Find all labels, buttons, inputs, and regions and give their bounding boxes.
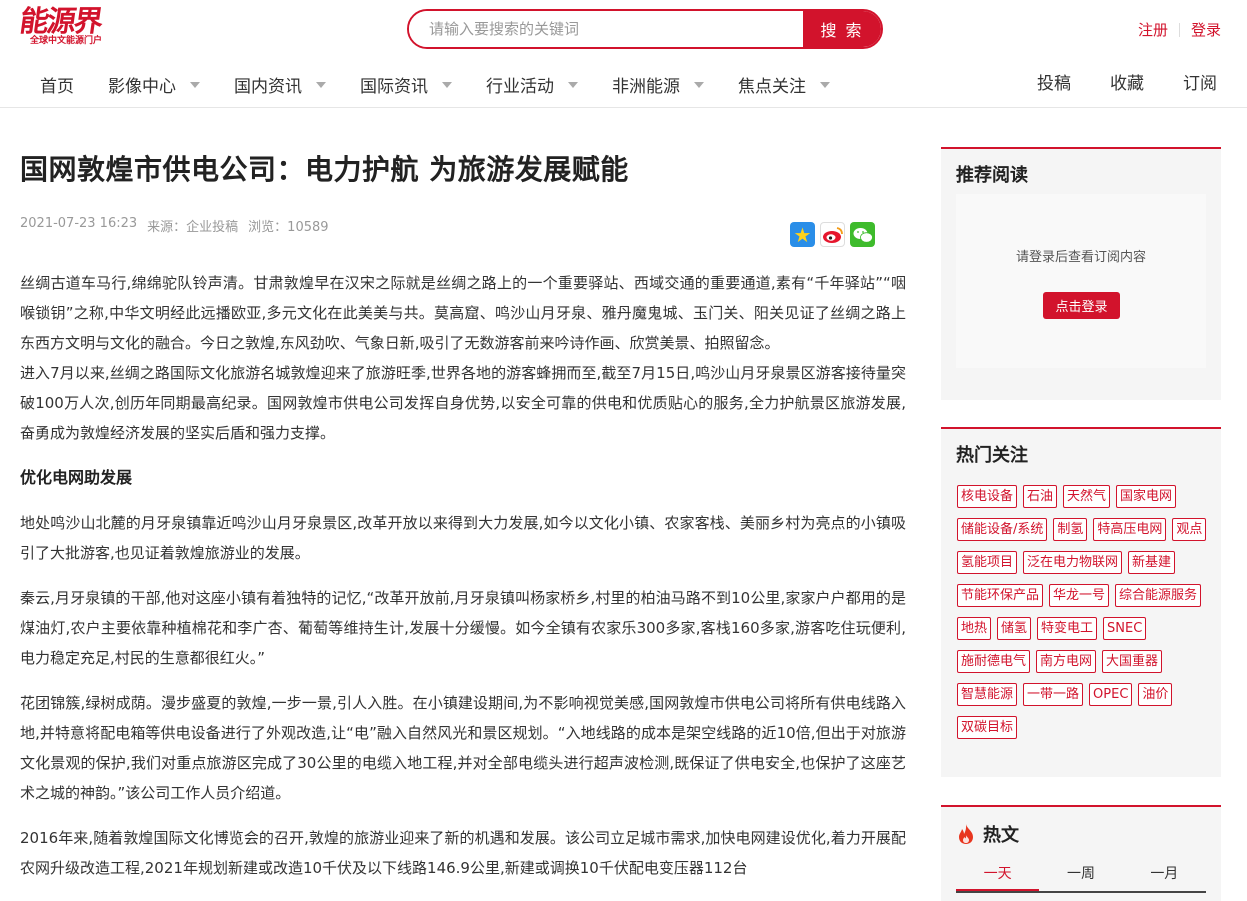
- nav-item-events[interactable]: 行业活动: [486, 72, 578, 97]
- hot-tag[interactable]: 天然气: [1063, 485, 1111, 508]
- weibo-share-icon[interactable]: [820, 222, 845, 247]
- hot-tag[interactable]: 国家电网: [1116, 485, 1177, 508]
- hot-tag[interactable]: 地热: [957, 617, 992, 640]
- article-source: 来源：企业投稿: [147, 220, 239, 235]
- hot-tag[interactable]: 南方电网: [1036, 650, 1097, 673]
- logo-tagline: 全球中文能源门户: [30, 36, 103, 46]
- recommend-panel: 推荐阅读 请登录后查看订阅内容 点击登录: [941, 147, 1221, 400]
- nav-label: 非洲能源: [612, 76, 680, 97]
- nav-actions: 投稿 收藏 订阅: [998, 72, 1217, 96]
- search-input[interactable]: [409, 11, 803, 47]
- login-button[interactable]: 点击登录: [1043, 292, 1120, 319]
- chevron-down-icon: [694, 82, 704, 88]
- chevron-down-icon: [190, 82, 200, 88]
- hot-tag[interactable]: 特高压电网: [1093, 518, 1167, 541]
- top-header: 能源界 全球中文能源门户 搜 索 注册 登录: [0, 0, 1247, 60]
- hot-tag[interactable]: 石油: [1023, 485, 1058, 508]
- nav-label: 影像中心: [108, 76, 176, 97]
- chevron-down-icon: [820, 82, 830, 88]
- hot-tag[interactable]: 氢能项目: [957, 551, 1018, 574]
- tab-month[interactable]: 一月: [1123, 863, 1206, 891]
- hot-tag[interactable]: 施耐德电气: [957, 650, 1031, 673]
- tab-day[interactable]: 一天: [956, 863, 1040, 891]
- nav-label: 首页: [40, 76, 74, 97]
- chevron-down-icon: [316, 82, 326, 88]
- hot-tag[interactable]: 观点: [1172, 518, 1207, 541]
- nav-item-home[interactable]: 首页: [40, 72, 74, 97]
- subscribe-link[interactable]: 订阅: [1183, 72, 1217, 96]
- share-buttons: ★: [790, 222, 875, 247]
- hot-tag[interactable]: 新基建: [1128, 551, 1176, 574]
- favorite-link[interactable]: 收藏: [1110, 72, 1144, 96]
- main-nav: 首页 影像中心 国内资讯 国际资讯 行业活动 非洲能源 焦点关注 投稿 收藏 订…: [0, 60, 1247, 108]
- hot-tag[interactable]: 一带一路: [1023, 683, 1084, 706]
- nav-item-media[interactable]: 影像中心: [108, 72, 200, 97]
- hot-tag[interactable]: 特变电工: [1037, 617, 1098, 640]
- nav-label: 行业活动: [486, 76, 554, 97]
- chevron-down-icon: [442, 82, 452, 88]
- tag-list: 核电设备 石油 天然气 国家电网储能设备/系统 制氢 特高压电网 观点氢能项目 泛在电力物联网…: [957, 485, 1212, 739]
- search-button[interactable]: 搜 索: [803, 11, 881, 47]
- article-paragraph: 丝绸古道车马行,绵绵驼队铃声清。甘肃敦煌早在汉宋之际就是丝绸之路上的一个重要驿站…: [20, 274, 906, 352]
- hot-tag[interactable]: 节能环保产品: [957, 584, 1044, 607]
- article-paragraph: 秦云,月牙泉镇的干部,他对这座小镇有着独特的记忆,“改革开放前,月牙泉镇叫杨家桥…: [20, 589, 906, 667]
- nav-label: 国际资讯: [360, 76, 428, 97]
- auth-links: 注册 登录: [1138, 19, 1221, 40]
- recommend-title: 推荐阅读: [956, 165, 1028, 186]
- section-heading: 优化电网助发展: [20, 468, 133, 487]
- article-meta: 2021-07-23 16:23 来源：企业投稿 浏览：10589: [20, 216, 906, 235]
- hot-tag[interactable]: 综合能源服务: [1115, 584, 1202, 607]
- hot-tag[interactable]: 储能设备/系统: [957, 518, 1048, 541]
- hot-topics-panel: 热门关注 核电设备 石油 天然气 国家电网储能设备/系统 制氢 特高压电网 观点氢能项目 泛在…: [941, 427, 1221, 777]
- auth-divider: [1178, 22, 1180, 37]
- recommend-box: 请登录后查看订阅内容 点击登录: [956, 194, 1206, 368]
- nav-item-domestic[interactable]: 国内资讯: [234, 72, 326, 97]
- hot-tag[interactable]: 泛在电力物联网: [1023, 551, 1123, 574]
- nav-item-international[interactable]: 国际资讯: [360, 72, 452, 97]
- hot-tag[interactable]: 双碳目标: [957, 716, 1018, 739]
- nav-label: 国内资讯: [234, 76, 302, 97]
- hot-tag[interactable]: OPEC: [1089, 683, 1133, 706]
- article-paragraph: 地处鸣沙山北麓的月牙泉镇靠近鸣沙山月牙泉景区,改革开放以来得到大力发展,如今以文…: [20, 514, 906, 562]
- view-count: 浏览：10589: [248, 220, 329, 235]
- nav-menu: 首页 影像中心 国内资讯 国际资讯 行业活动 非洲能源 焦点关注: [40, 72, 864, 97]
- qzone-share-icon[interactable]: ★: [790, 222, 815, 247]
- article: 国网敦煌市供电公司：电力护航 为旅游发展赋能 2021-07-23 16:23 …: [20, 130, 906, 877]
- article-body: 丝绸古道车马行,绵绵驼队铃声清。甘肃敦煌早在汉宋之际就是丝绸之路上的一个重要驿站…: [20, 268, 906, 898]
- hot-articles-title: 热文: [983, 825, 1019, 846]
- site-logo[interactable]: 能源界 全球中文能源门户: [17, 4, 122, 47]
- login-link[interactable]: 登录: [1191, 19, 1221, 40]
- article-title: 国网敦煌市供电公司：电力护航 为旅游发展赋能: [20, 153, 629, 186]
- register-link[interactable]: 注册: [1138, 19, 1168, 40]
- article-paragraph: 2016年来,随着敦煌国际文化博览会的召开,敦煌的旅游业迎来了新的机遇和发展。该…: [20, 829, 906, 877]
- hot-articles-panel: 热文 一天 一周 一月: [941, 805, 1221, 901]
- article-paragraph: 花团锦簇,绿树成荫。漫步盛夏的敦煌,一步一景,引人入胜。在小镇建设期间,为不影响…: [20, 694, 906, 802]
- article-paragraph: 进入7月以来,丝绸之路国际文化旅游名城敦煌迎来了旅游旺季,世界各地的游客蜂拥而至…: [20, 364, 906, 442]
- hot-tag[interactable]: SNEC: [1103, 617, 1147, 640]
- publish-date: 2021-07-23 16:23: [20, 216, 138, 231]
- hot-tag[interactable]: 油价: [1138, 683, 1173, 706]
- chevron-down-icon: [568, 82, 578, 88]
- hot-tag[interactable]: 华龙一号: [1049, 584, 1110, 607]
- nav-label: 焦点关注: [738, 76, 806, 97]
- hot-topics-title: 热门关注: [956, 445, 1028, 466]
- hot-tag[interactable]: 核电设备: [957, 485, 1018, 508]
- hot-tag[interactable]: 制氢: [1053, 518, 1088, 541]
- hot-articles-header: 热文: [957, 821, 1019, 847]
- period-tabs: 一天 一周 一月: [956, 863, 1206, 893]
- hot-tag[interactable]: 智慧能源: [957, 683, 1018, 706]
- hot-tag[interactable]: 储氢: [997, 617, 1032, 640]
- tab-week[interactable]: 一周: [1039, 863, 1122, 891]
- search-bar: 搜 索: [407, 9, 883, 49]
- wechat-share-icon[interactable]: [850, 222, 875, 247]
- nav-item-focus[interactable]: 焦点关注: [738, 72, 830, 97]
- logo-text: 能源界: [17, 4, 104, 38]
- nav-item-africa[interactable]: 非洲能源: [612, 72, 704, 97]
- hot-tag[interactable]: 大国重器: [1102, 650, 1163, 673]
- submit-link[interactable]: 投稿: [1037, 72, 1071, 96]
- login-prompt: 请登录后查看订阅内容: [1015, 250, 1146, 265]
- flame-icon: [959, 824, 973, 844]
